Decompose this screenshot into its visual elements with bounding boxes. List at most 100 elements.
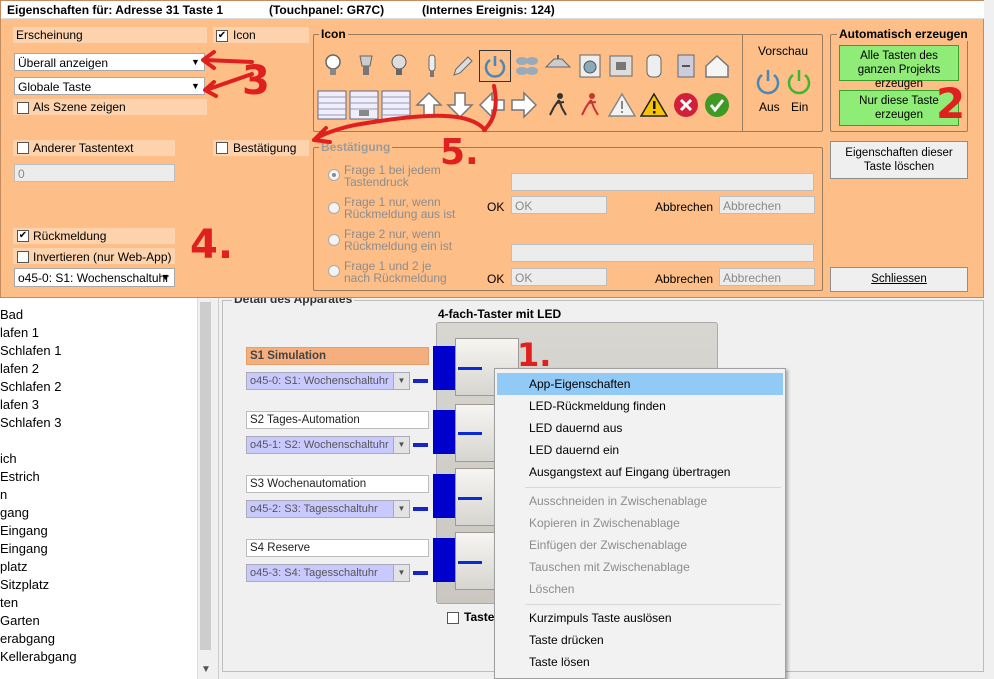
frage2-ein-radio[interactable]: [328, 234, 340, 246]
room-item[interactable]: lafen 1: [0, 324, 39, 342]
chevron-down-icon[interactable]: ▼: [188, 55, 203, 70]
room-item[interactable]: Estrich: [0, 468, 40, 486]
rueckmeldung-checkbox[interactable]: ✔: [17, 230, 29, 242]
cabinet-icon[interactable]: [671, 51, 701, 81]
warning-outline-icon[interactable]: [607, 90, 637, 120]
rueckmeldung-select[interactable]: o45-0: S1: Wochenschaltuhr ▼: [14, 268, 175, 287]
frage1-input[interactable]: [511, 173, 814, 191]
key-label-2[interactable]: S2 Tages-Automation: [246, 411, 429, 429]
room-item[interactable]: Schlafen 2: [0, 378, 61, 396]
ceiling-lamp-icon[interactable]: [543, 51, 573, 81]
menu-item-led-rueckmeldung-finden[interactable]: LED-Rückmeldung finden: [497, 395, 783, 417]
room-item[interactable]: ten: [0, 594, 18, 612]
menu-item-taste-druecken[interactable]: Taste drücken: [497, 629, 783, 651]
menu-item-led-dauernd-aus[interactable]: LED dauernd aus: [497, 417, 783, 439]
arrow-down-icon[interactable]: [445, 90, 475, 120]
bulb-outline-icon[interactable]: [384, 51, 414, 81]
error-red-icon[interactable]: [671, 90, 701, 120]
ok-text-input-1[interactable]: OK: [511, 196, 607, 214]
warning-yellow-icon[interactable]: [639, 90, 669, 120]
bestaetigung-checkbox[interactable]: [216, 142, 228, 154]
menu-item-kurzimpuls[interactable]: Kurzimpuls Taste auslösen: [497, 607, 783, 629]
menu-item-app-eigenschaften[interactable]: App-Eigenschaften: [497, 373, 783, 395]
room-item[interactable]: Garten: [0, 612, 40, 630]
close-button[interactable]: Schliessen: [830, 267, 968, 292]
chevron-down-icon[interactable]: ▼: [393, 437, 409, 453]
frage12-radio[interactable]: [328, 265, 340, 277]
washing-machine-icon[interactable]: [575, 51, 605, 81]
taste-type-select[interactable]: Globale Taste ▼: [14, 77, 205, 95]
house-icon[interactable]: [702, 51, 732, 81]
key-combo-3[interactable]: o45-2: S3: Tagesschaltuhr ▼: [246, 500, 410, 518]
fan-icon[interactable]: [512, 51, 542, 81]
key-label-3[interactable]: S3 Wochenautomation: [246, 475, 429, 493]
frage1-aus-radio[interactable]: [328, 202, 340, 214]
room-list-scrollbar[interactable]: ▼: [197, 298, 212, 679]
arrow-up-icon[interactable]: [414, 90, 444, 120]
tube-icon[interactable]: [417, 51, 447, 81]
anderer-tastentext-input[interactable]: 0: [14, 164, 175, 182]
room-item[interactable]: n: [0, 486, 7, 504]
pen-icon[interactable]: [447, 51, 477, 81]
chevron-down-icon[interactable]: ▼: [188, 79, 203, 94]
ok-text-input-2[interactable]: OK: [511, 268, 607, 286]
frage1-radio[interactable]: [328, 169, 340, 181]
chevron-down-icon[interactable]: ▼: [158, 270, 173, 285]
boiler-icon[interactable]: [639, 51, 669, 81]
taste-checkbox-row[interactable]: Taste: [447, 610, 494, 624]
room-item[interactable]: Schlafen 3: [0, 414, 61, 432]
icon-checkbox[interactable]: ✔: [216, 30, 228, 42]
chevron-down-icon[interactable]: ▼: [201, 664, 211, 675]
key-label-4[interactable]: S4 Reserve: [246, 539, 429, 557]
room-item[interactable]: lafen 3: [0, 396, 39, 414]
key-combo-1[interactable]: o45-0: S1: Wochenschaltuhr ▼: [246, 372, 410, 390]
als-szene-checkbox[interactable]: [17, 102, 29, 114]
frage1-aus-label: Frage 1 nur, wenn Rückmeldung aus ist: [344, 195, 456, 221]
spotlight-icon[interactable]: [351, 51, 381, 81]
room-item[interactable]: gang: [0, 504, 29, 522]
room-item[interactable]: ich: [0, 450, 17, 468]
runner-icon[interactable]: [543, 90, 573, 120]
anderer-tastentext-checkbox[interactable]: [17, 142, 29, 154]
arrow-right-icon[interactable]: [509, 90, 539, 120]
generate-all-keys-button[interactable]: Alle Tasten des ganzen Projekts erzeugen: [839, 45, 959, 90]
room-item[interactable]: platz: [0, 558, 27, 576]
menu-item-taste-loesen[interactable]: Taste lösen: [497, 651, 783, 673]
key-combo-value: o45-1: S2: Wochenschaltuhr: [250, 439, 389, 451]
key-label-1[interactable]: S1 Simulation: [246, 347, 429, 365]
bulb-icon[interactable]: [318, 51, 348, 81]
room-item[interactable]: Eingang: [0, 522, 48, 540]
power-icon[interactable]: [479, 50, 511, 82]
chevron-down-icon[interactable]: ▼: [393, 501, 409, 517]
abbrechen-text-input-2[interactable]: Abbrechen: [719, 268, 815, 286]
key-combo-4[interactable]: o45-3: S4: Tagesschaltuhr ▼: [246, 564, 410, 582]
room-item[interactable]: Kellerabgang: [0, 648, 77, 666]
blind-1-icon[interactable]: [317, 90, 347, 120]
menu-item-led-dauernd-ein[interactable]: LED dauernd ein: [497, 439, 783, 461]
frage2-input[interactable]: [511, 244, 814, 262]
chevron-down-icon[interactable]: ▼: [393, 565, 409, 581]
arrow-left-icon[interactable]: [477, 90, 507, 120]
blind-3-icon[interactable]: [381, 90, 411, 120]
room-item[interactable]: erabgang: [0, 630, 55, 648]
scrollbar-thumb[interactable]: [200, 302, 211, 650]
coffee-machine-icon[interactable]: [606, 51, 636, 81]
menu-item-loeschen: Löschen: [529, 582, 575, 596]
invertieren-checkbox[interactable]: [17, 251, 29, 263]
room-item[interactable]: Eingang: [0, 540, 48, 558]
chevron-down-icon[interactable]: ▼: [393, 373, 409, 389]
menu-item-ausgangstext-uebertragen[interactable]: Ausgangstext auf Eingang übertragen: [497, 461, 783, 483]
erscheinung-select[interactable]: Überall anzeigen ▼: [14, 53, 205, 71]
key-combo-2[interactable]: o45-1: S2: Wochenschaltuhr ▼: [246, 436, 410, 454]
taste-checkbox[interactable]: [447, 611, 459, 624]
room-item[interactable]: Schlafen 1: [0, 342, 61, 360]
generate-this-key-button[interactable]: Nur diese Taste erzeugen: [839, 90, 959, 126]
ok-green-icon[interactable]: [702, 90, 732, 120]
abbrechen-text-input-1[interactable]: Abbrechen: [719, 196, 815, 214]
delete-key-properties-button[interactable]: Eigenschaften dieser Taste löschen: [830, 141, 968, 179]
runner-red-icon[interactable]: [575, 90, 605, 120]
blind-2-icon[interactable]: [349, 90, 379, 120]
room-item[interactable]: Sitzplatz: [0, 576, 49, 594]
room-item[interactable]: lafen 2: [0, 360, 39, 378]
room-item[interactable]: Bad: [0, 306, 23, 324]
